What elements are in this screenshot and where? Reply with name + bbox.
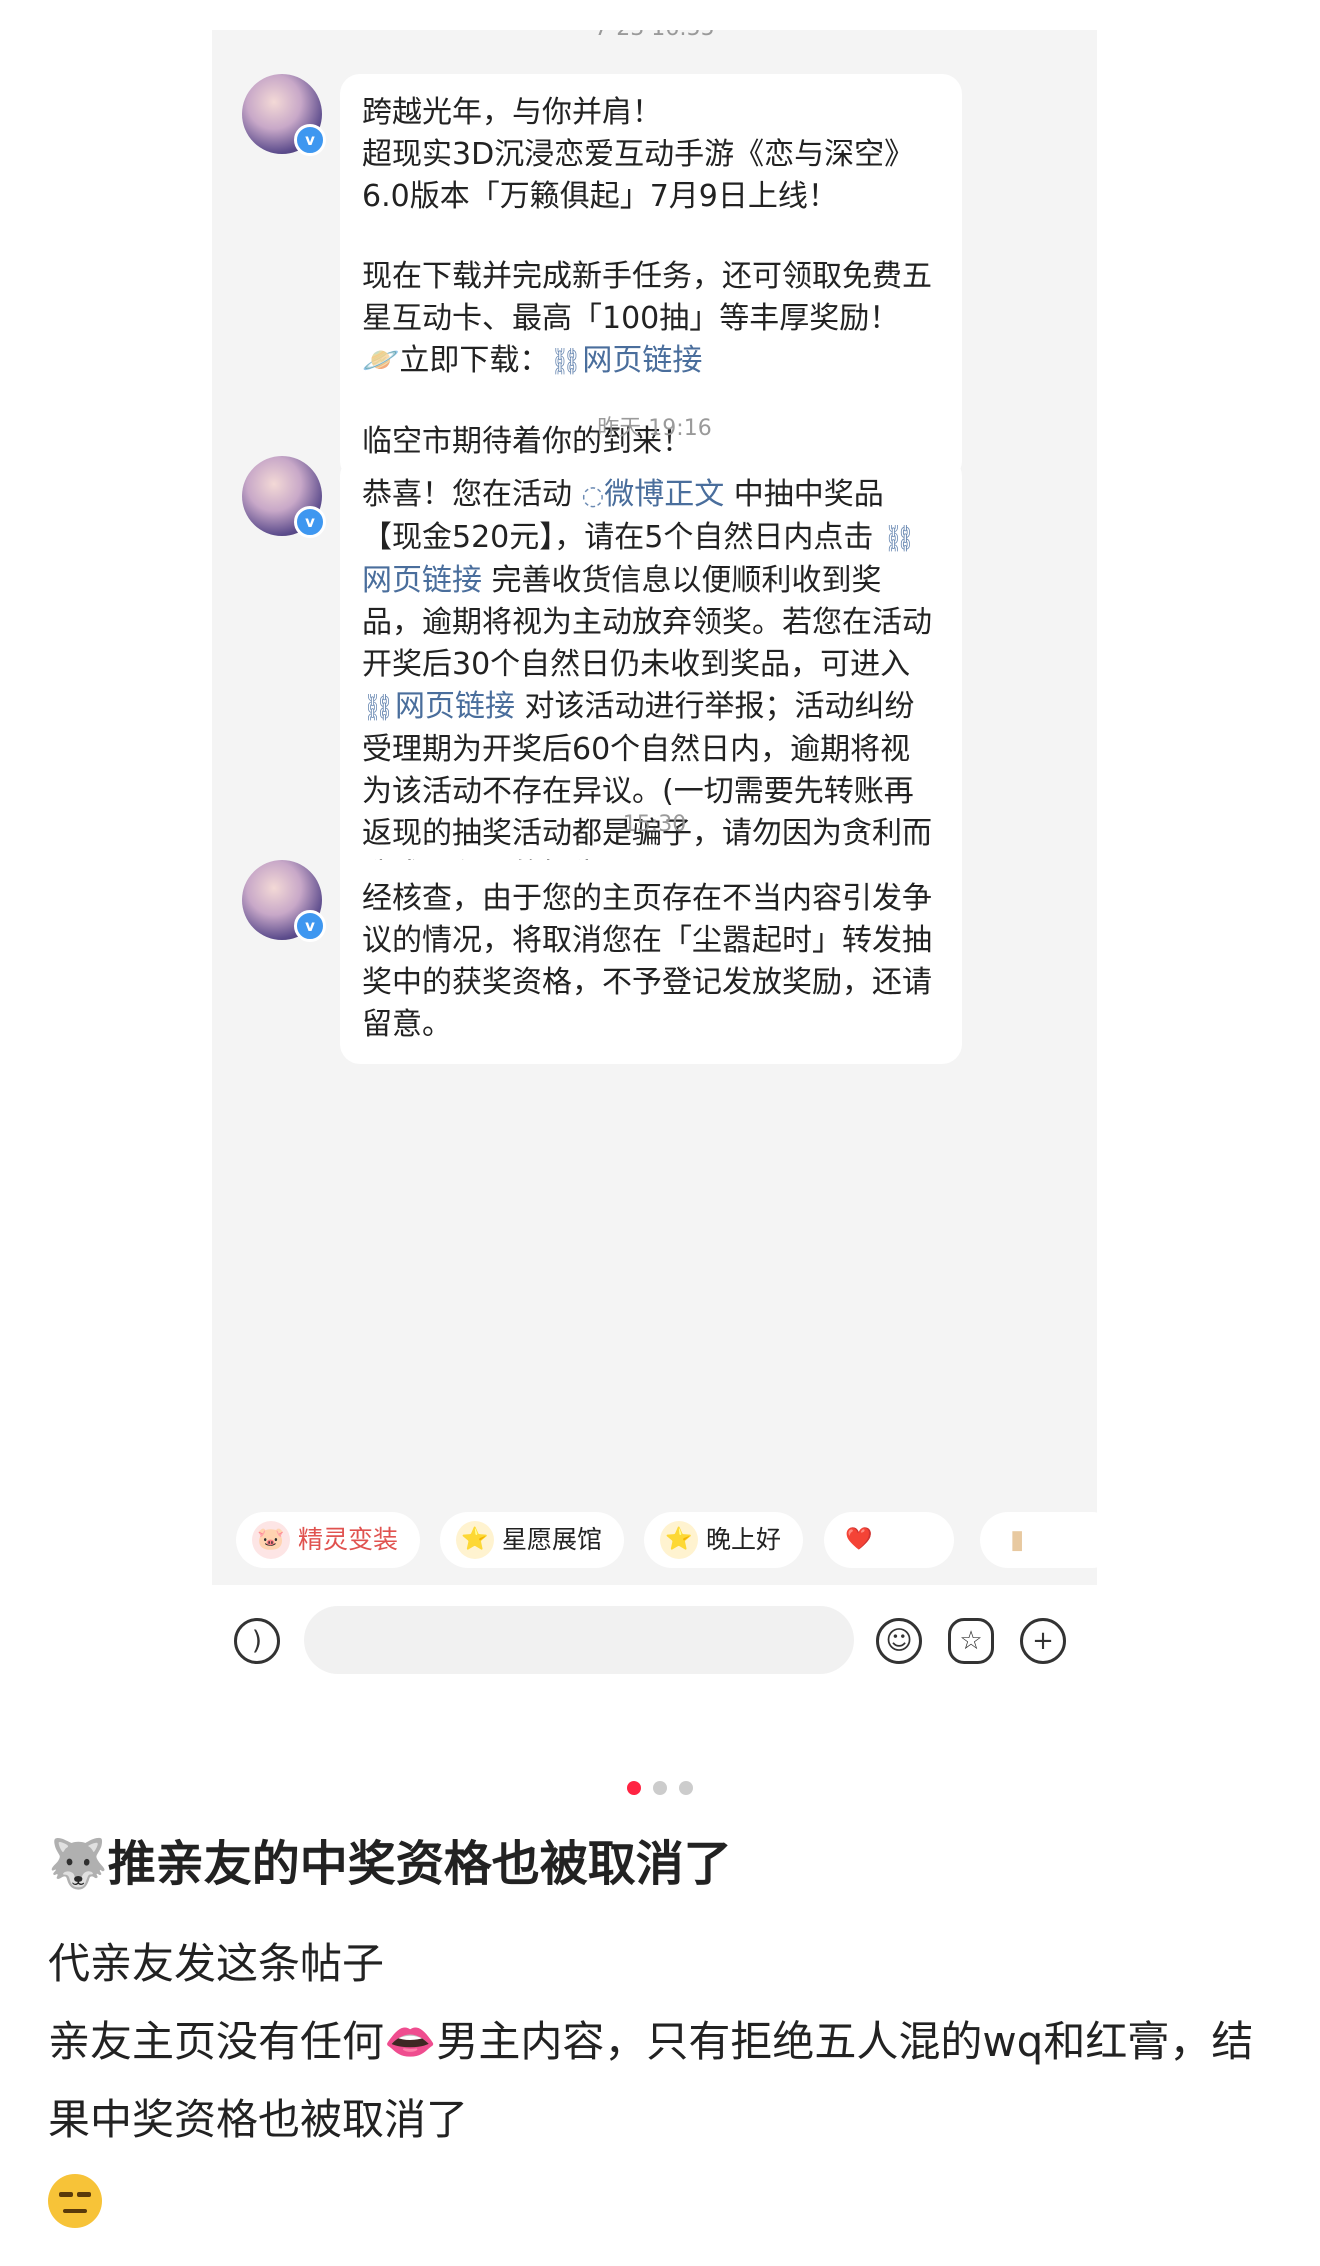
avatar[interactable]: v bbox=[242, 456, 326, 538]
link-icon: ⛓ bbox=[362, 693, 396, 723]
chip-heart[interactable]: ❤️ bbox=[824, 1512, 954, 1568]
link-icon: ⛓ bbox=[549, 347, 583, 377]
message-text: 跨越光年，与你并肩！ bbox=[362, 95, 662, 130]
verified-badge-icon: v bbox=[294, 506, 326, 538]
pig-icon: 🐷 bbox=[252, 1521, 290, 1559]
timestamp: 昨天 19:16 bbox=[597, 416, 712, 441]
message-input[interactable] bbox=[304, 1606, 854, 1674]
lips-icon: 👄 bbox=[384, 2017, 437, 2066]
timestamp: 15:30 bbox=[622, 812, 687, 837]
expressionless-face-icon bbox=[48, 2173, 102, 2228]
candle-icon: ▮ bbox=[1010, 1525, 1025, 1555]
wolf-icon: 🐺 bbox=[48, 1836, 108, 1892]
verified-badge-icon: v bbox=[294, 910, 326, 942]
message-text: 经核查，由于您的主页存在不当内容引发争议的情况，将取消您在「尘嚣起时」转发抽奖中… bbox=[362, 881, 932, 1042]
message-text: 现在下载并完成新手任务，还可领取免费五星互动卡、最高「100抽」等丰厚奖励！ bbox=[362, 259, 932, 336]
web-link[interactable]: ⛓网页链接 bbox=[549, 343, 702, 378]
star-icon[interactable]: ☆ bbox=[948, 1618, 994, 1664]
weibo-post-link[interactable]: ◌微博正文 bbox=[582, 477, 725, 512]
post-body: 代亲友发这条帖子 亲友主页没有任何👄男主内容，只有拒绝五人混的wq和红膏，结果中… bbox=[48, 1925, 1278, 2237]
post-title: 🐺推亲友的中奖资格也被取消了 bbox=[48, 1836, 732, 1892]
heart-icon: ❤️ bbox=[845, 1527, 873, 1552]
emoji-icon[interactable]: ☺ bbox=[876, 1618, 922, 1664]
chip-more[interactable]: ▮ bbox=[980, 1512, 1097, 1568]
planet-emoji-icon: 🪐 bbox=[362, 343, 400, 378]
avatar[interactable]: v bbox=[242, 74, 326, 156]
voice-icon[interactable]: ) bbox=[234, 1618, 280, 1664]
chip-good-evening[interactable]: ⭐ 晚上好 bbox=[644, 1512, 804, 1568]
carousel-dot-active[interactable] bbox=[627, 1781, 641, 1795]
web-link[interactable]: ⛓网页链接 bbox=[362, 689, 515, 724]
message-text: 超现实3D沉浸恋爱互动手游《恋与深空》6.0版本「万籁俱起」7月9日上线！ bbox=[362, 137, 915, 214]
verified-badge-icon: v bbox=[294, 124, 326, 156]
carousel-indicator bbox=[0, 1780, 1320, 1799]
link-icon: ⛓ bbox=[882, 524, 916, 554]
message-text: 恭喜！您在活动 bbox=[362, 477, 582, 512]
carousel-dot[interactable] bbox=[679, 1781, 693, 1795]
message-input-bar: ) ☺ ☆ + bbox=[212, 1588, 1097, 1698]
star-icon: ⭐ bbox=[456, 1521, 494, 1559]
carousel-dot[interactable] bbox=[653, 1781, 667, 1795]
post-text: 亲友主页没有任何 bbox=[48, 2017, 385, 2066]
plus-icon[interactable]: + bbox=[1020, 1618, 1066, 1664]
chip-sprite-costume[interactable]: 🐷 精灵变装 bbox=[236, 1512, 421, 1568]
chip-star-wish[interactable]: ⭐ 星愿展馆 bbox=[440, 1512, 625, 1568]
weibo-icon: ◌ bbox=[581, 481, 605, 511]
message-bubble: 经核查，由于您的主页存在不当内容引发争议的情况，将取消您在「尘嚣起时」转发抽奖中… bbox=[340, 860, 962, 1064]
timestamp: 7-23 16:55 bbox=[212, 30, 1097, 41]
post-text: 代亲友发这条帖子 bbox=[48, 1939, 385, 1988]
star-icon: ⭐ bbox=[660, 1521, 698, 1559]
message-bubble: 恭喜！您在活动 ◌微博正文 中抽中奖品【现金520元】，请在5个自然日内点击 ⛓… bbox=[340, 456, 962, 915]
message-text: 立即下载： bbox=[399, 343, 550, 378]
chat-panel: 7-23 16:55 v 跨越光年，与你并肩！ 超现实3D沉浸恋爱互动手游《恋与… bbox=[212, 30, 1097, 1585]
quick-reply-bar: 🐷 精灵变装 ⭐ 星愿展馆 ⭐ 晚上好 ❤️ ▮ bbox=[212, 1512, 1097, 1572]
avatar[interactable]: v bbox=[242, 860, 326, 942]
